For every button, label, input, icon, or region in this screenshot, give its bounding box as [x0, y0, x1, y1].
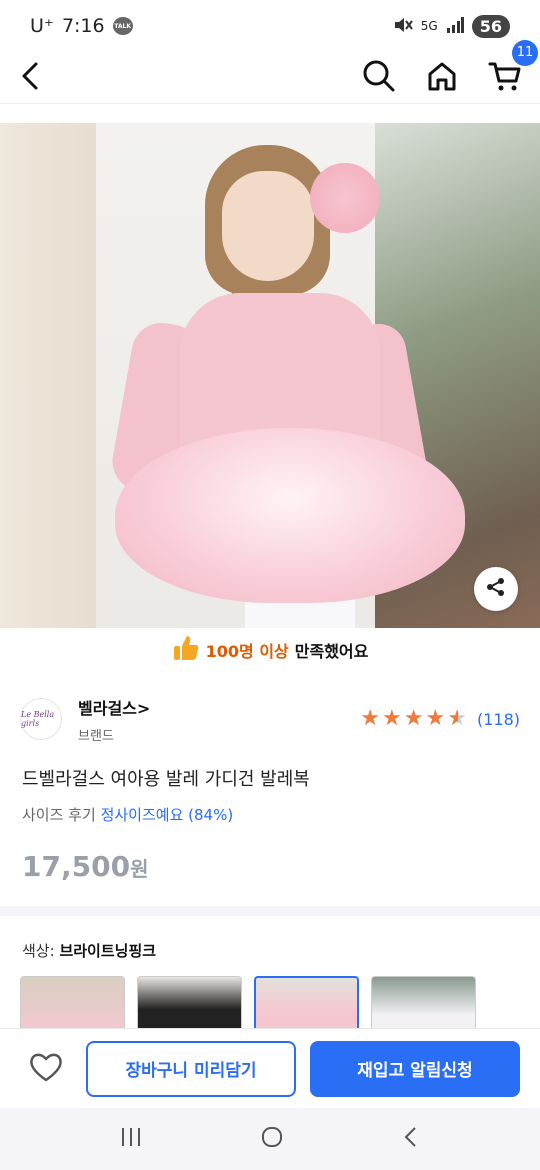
- image-background-left: [0, 123, 96, 628]
- cart-icon[interactable]: 11: [488, 39, 538, 96]
- color-swatch[interactable]: [371, 976, 476, 1032]
- recent-apps-icon[interactable]: [119, 1126, 143, 1152]
- satisfaction-text: 만족했어요: [294, 642, 369, 661]
- size-review-value: 정사이즈예요 (84%): [100, 806, 234, 824]
- bottom-action-bar: 장바구니 미리담기 재입고 알림신청: [0, 1028, 540, 1108]
- color-swatch-selected[interactable]: [254, 976, 359, 1032]
- color-swatch[interactable]: [20, 976, 125, 1032]
- home-nav-icon[interactable]: [260, 1125, 284, 1153]
- share-button[interactable]: [474, 567, 518, 611]
- wishlist-button[interactable]: [20, 1043, 72, 1095]
- star-icon: ★: [425, 706, 446, 731]
- cart-count-badge: 11: [512, 39, 538, 66]
- product-image[interactable]: [0, 123, 540, 628]
- search-icon[interactable]: [362, 59, 396, 97]
- battery-indicator: 56: [471, 14, 510, 38]
- product-title: 드벨라걸스 여아용 발레 가디건 발레복: [22, 769, 310, 790]
- home-icon[interactable]: [426, 60, 458, 96]
- carrier-label: U⁺: [30, 15, 54, 37]
- restock-alert-button[interactable]: 재입고 알림신청: [310, 1040, 520, 1097]
- system-navigation: [0, 1108, 540, 1170]
- star-icon: ★: [403, 706, 424, 731]
- size-review-label: 사이즈 후기: [22, 806, 96, 824]
- price: 17,500원: [22, 850, 148, 883]
- satisfaction-count: 100명 이상: [205, 642, 289, 661]
- share-icon: [485, 576, 507, 602]
- clock: 7:16: [61, 15, 105, 37]
- mute-icon: [393, 16, 413, 37]
- brand-logo[interactable]: Le Bella girls: [20, 698, 62, 740]
- image-tutu: [115, 428, 465, 603]
- size-review[interactable]: 사이즈 후기 정사이즈예요 (84%): [22, 804, 233, 825]
- section-divider: [0, 906, 540, 916]
- color-swatches: [20, 976, 476, 1032]
- talk-icon: TALK: [112, 17, 133, 35]
- top-navigation: 11: [0, 39, 540, 104]
- price-value: 17,500: [22, 850, 131, 883]
- brand-row: Le Bella girls 벨라걸스> 브랜드 ★ ★ ★ ★ ★ (118): [20, 694, 520, 744]
- image-face: [222, 171, 314, 281]
- back-nav-icon[interactable]: [401, 1125, 421, 1153]
- color-option-label: 색상: 브라이트닝핑크: [22, 940, 156, 961]
- brand-name-link[interactable]: 벨라걸스>: [78, 695, 150, 719]
- selected-color: 브라이트닝핑크: [59, 942, 157, 960]
- back-icon[interactable]: [18, 61, 44, 95]
- color-label-prefix: 색상:: [22, 942, 60, 960]
- signal-icon: [446, 16, 464, 36]
- price-unit: 원: [130, 857, 149, 881]
- half-star-icon: ★: [447, 706, 467, 731]
- rating[interactable]: ★ ★ ★ ★ ★ (118): [360, 708, 520, 730]
- thumbs-up-icon: [172, 634, 200, 666]
- star-icon: ★: [382, 706, 402, 731]
- image-flower: [310, 163, 380, 233]
- status-bar: U⁺ 7:16 TALK 5G 56: [0, 0, 540, 52]
- brand-subtitle: 브랜드: [78, 728, 114, 744]
- add-to-cart-button[interactable]: 장바구니 미리담기: [86, 1040, 296, 1097]
- review-count: (118): [476, 709, 520, 729]
- network-label: 5G: [420, 19, 438, 33]
- star-icon: ★: [360, 706, 381, 731]
- heart-icon: [29, 1052, 63, 1086]
- color-swatch[interactable]: [137, 976, 242, 1032]
- satisfaction-banner: 100명 이상 만족했어요: [0, 632, 540, 668]
